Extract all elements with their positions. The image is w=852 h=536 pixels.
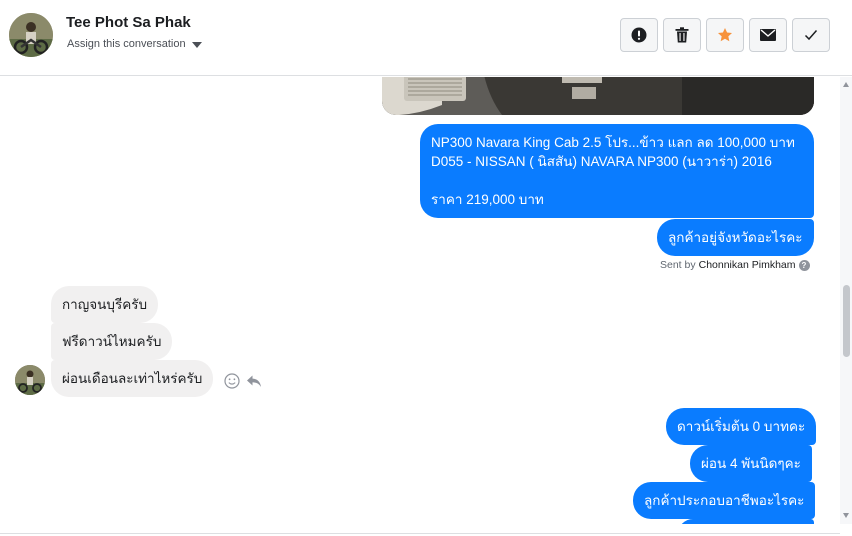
message-thread: NP300 Navara King Cab 2.5 โปร...ข้าว แลก…: [0, 77, 840, 524]
outgoing-message[interactable]: ลูกค้าประกอบอาชีพอะไรคะ: [633, 482, 816, 519]
trash-icon: [675, 27, 689, 43]
listing-model-line: D055 - NISSAN ( นิสสัน) NAVARA NP300 (นา…: [431, 154, 772, 169]
car-interior-photo[interactable]: [382, 77, 814, 115]
star-button[interactable]: [706, 18, 744, 52]
checkmark-icon: [804, 30, 818, 41]
assign-conversation-dropdown[interactable]: Assign this conversation: [67, 38, 202, 50]
sent-by-label: Sent by Chonnikan Pimkham ?: [660, 259, 810, 271]
star-icon: [718, 28, 732, 42]
outgoing-listing-message[interactable]: NP300 Navara King Cab 2.5 โปร...ข้าว แลก…: [420, 124, 814, 218]
scroll-down-arrow-icon[interactable]: [843, 513, 849, 518]
conversation-header: Tee Phot Sa Phak Assign this conversatio…: [0, 0, 852, 76]
listing-price-line: ราคา 219,000 บาท: [431, 192, 544, 207]
composer-divider: [0, 533, 840, 534]
reply-icon[interactable]: [246, 373, 262, 389]
sender-name: Chonnikan Pimkham: [698, 259, 796, 271]
message-tools: [224, 373, 262, 389]
caret-down-icon: [191, 41, 202, 48]
mark-done-button[interactable]: [792, 18, 830, 52]
assign-label: Assign this conversation: [67, 38, 186, 50]
contact-avatar[interactable]: [9, 13, 53, 57]
sent-by-prefix: Sent by: [660, 259, 696, 271]
mark-unread-button[interactable]: [749, 18, 787, 52]
mark-spam-button[interactable]: [620, 18, 658, 52]
emoji-icon[interactable]: [224, 373, 240, 389]
incoming-message[interactable]: ผ่อนเดือนละเท่าไหร่ครับ: [51, 360, 214, 397]
outgoing-message[interactable]: ลูกค้าอยู่จังหวัดอะไรคะ: [657, 219, 814, 256]
contact-name[interactable]: Tee Phot Sa Phak: [66, 14, 191, 31]
outgoing-message[interactable]: ผ่อน 4 พันนิดๆคะ: [690, 445, 812, 482]
envelope-icon: [760, 29, 776, 41]
contact-avatar-small[interactable]: [15, 365, 45, 395]
scrollbar-thumb[interactable]: [843, 285, 850, 357]
listing-title-line: NP300 Navara King Cab 2.5 โปร...ข้าว แลก…: [431, 135, 795, 150]
outgoing-message-partial[interactable]: [678, 519, 814, 524]
incoming-message[interactable]: ฟรีดาวน์ไหมครับ: [51, 323, 173, 360]
help-icon[interactable]: ?: [798, 259, 810, 271]
scroll-up-arrow-icon[interactable]: [843, 82, 849, 87]
incoming-message[interactable]: กาญจนบุรีครับ: [51, 286, 159, 323]
exclamation-circle-icon: [631, 27, 647, 43]
chat-scrollbar[interactable]: [840, 77, 852, 524]
outgoing-message[interactable]: ดาวน์เริ่มต้น 0 บาทคะ: [666, 408, 817, 445]
conversation-actions: [620, 18, 830, 52]
delete-button[interactable]: [663, 18, 701, 52]
